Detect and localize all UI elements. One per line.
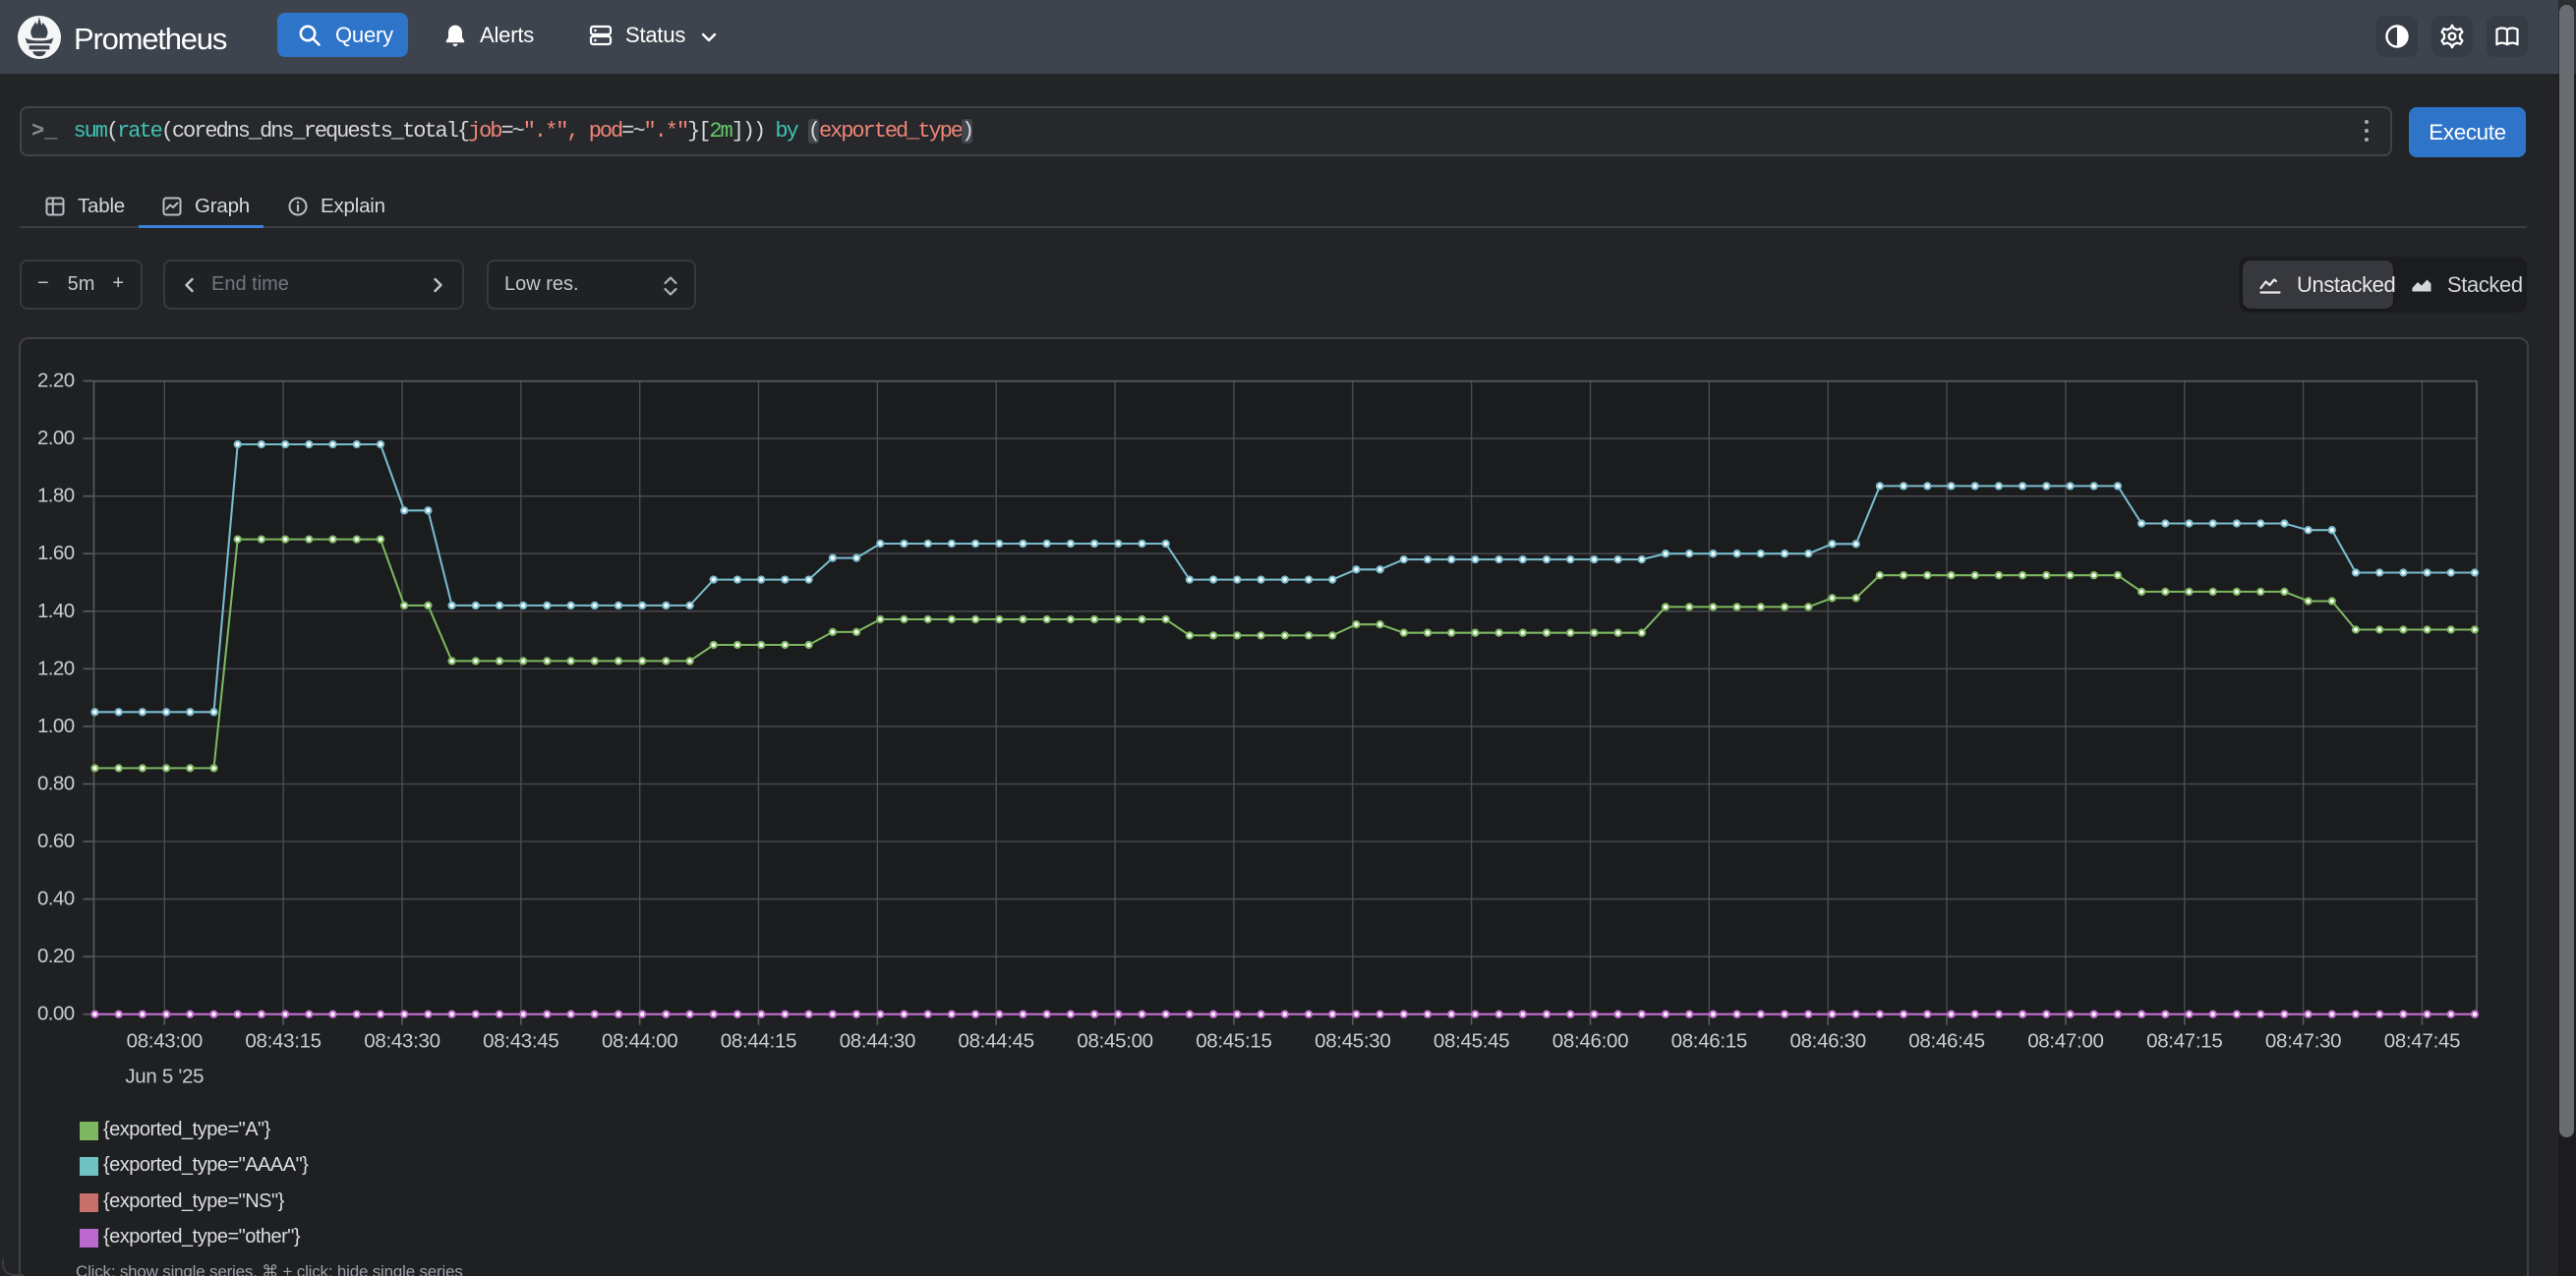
svg-text:1.80: 1.80 bbox=[37, 485, 75, 507]
svg-text:08:44:30: 08:44:30 bbox=[840, 1030, 915, 1053]
svg-text:08:43:30: 08:43:30 bbox=[364, 1030, 439, 1053]
svg-text:08:44:00: 08:44:00 bbox=[602, 1030, 677, 1053]
svg-text:08:43:00: 08:43:00 bbox=[127, 1030, 203, 1053]
svg-text:08:44:45: 08:44:45 bbox=[958, 1030, 1033, 1053]
svg-text:08:43:15: 08:43:15 bbox=[245, 1030, 321, 1053]
svg-text:08:46:15: 08:46:15 bbox=[1671, 1030, 1747, 1053]
svg-text:0.00: 0.00 bbox=[37, 1003, 75, 1025]
svg-text:08:47:15: 08:47:15 bbox=[2146, 1030, 2222, 1053]
svg-text:Jun 5 '25: Jun 5 '25 bbox=[125, 1066, 204, 1088]
svg-text:0.20: 0.20 bbox=[37, 945, 75, 967]
svg-text:08:47:45: 08:47:45 bbox=[2384, 1030, 2460, 1053]
svg-text:08:45:30: 08:45:30 bbox=[1315, 1030, 1390, 1053]
svg-text:2.20: 2.20 bbox=[37, 370, 75, 392]
svg-text:0.40: 0.40 bbox=[37, 888, 75, 910]
svg-text:08:47:30: 08:47:30 bbox=[2265, 1030, 2341, 1053]
svg-text:08:43:45: 08:43:45 bbox=[483, 1030, 558, 1053]
svg-text:0.60: 0.60 bbox=[37, 830, 75, 852]
svg-text:08:45:15: 08:45:15 bbox=[1196, 1030, 1271, 1053]
svg-text:08:46:30: 08:46:30 bbox=[1789, 1030, 1865, 1053]
svg-text:2.00: 2.00 bbox=[37, 427, 75, 449]
svg-text:1.00: 1.00 bbox=[37, 715, 75, 737]
svg-text:08:46:00: 08:46:00 bbox=[1552, 1030, 1628, 1053]
svg-text:1.40: 1.40 bbox=[37, 600, 75, 622]
svg-text:08:46:45: 08:46:45 bbox=[1908, 1030, 1984, 1053]
svg-text:1.60: 1.60 bbox=[37, 542, 75, 564]
svg-text:08:47:00: 08:47:00 bbox=[2027, 1030, 2103, 1053]
svg-text:1.20: 1.20 bbox=[37, 657, 75, 679]
svg-text:0.80: 0.80 bbox=[37, 773, 75, 795]
svg-text:08:45:00: 08:45:00 bbox=[1077, 1030, 1152, 1053]
svg-text:08:45:45: 08:45:45 bbox=[1434, 1030, 1509, 1053]
svg-text:08:44:15: 08:44:15 bbox=[721, 1030, 796, 1053]
